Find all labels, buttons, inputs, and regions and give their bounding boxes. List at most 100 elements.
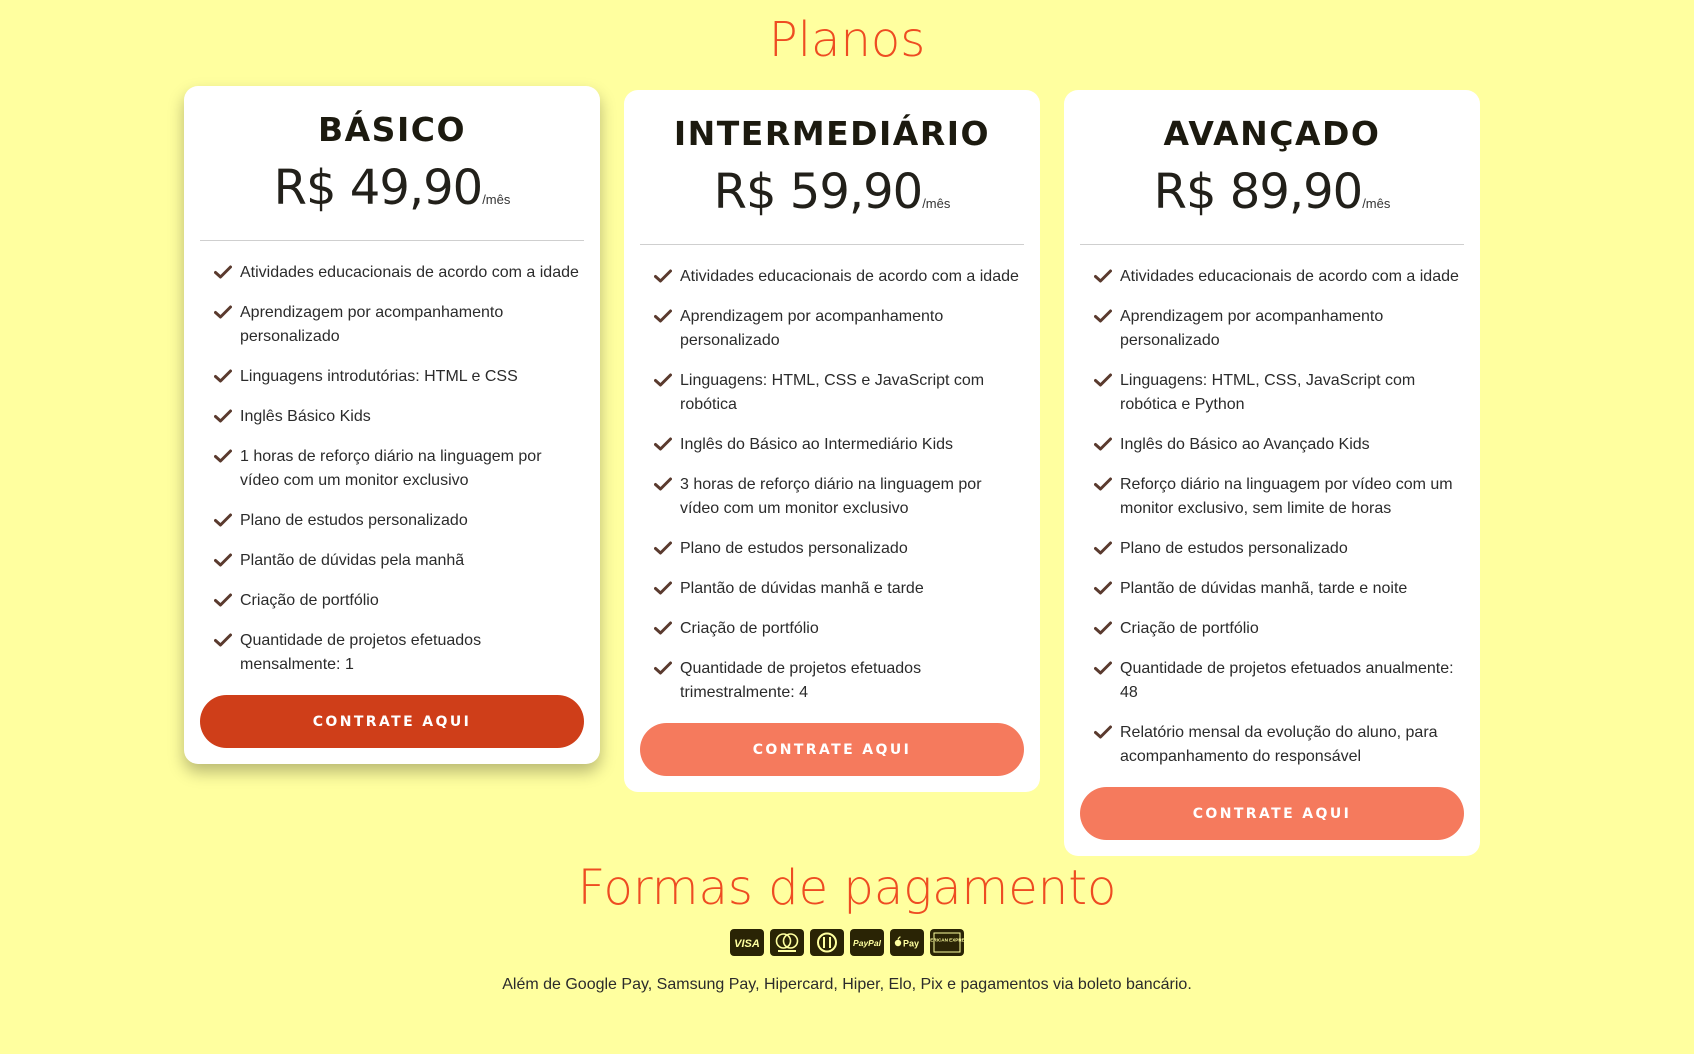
check-icon: [654, 373, 672, 387]
check-icon: [1094, 725, 1112, 739]
feature-item: 1 horas de reforço diário na linguagem p…: [214, 445, 584, 493]
feature-item: Plano de estudos personalizado: [654, 537, 1024, 561]
plan-price: R$ 89,90/mês: [1080, 164, 1464, 222]
check-icon: [1094, 437, 1112, 451]
feature-text: Criação de portfólio: [680, 620, 819, 637]
check-icon: [654, 477, 672, 491]
feature-text: Plano de estudos personalizado: [680, 540, 908, 557]
payment-note: Além de Google Pay, Samsung Pay, Hiperca…: [502, 976, 1192, 993]
check-icon: [654, 541, 672, 555]
feature-text: Atividades educacionais de acordo com a …: [1120, 268, 1459, 285]
check-icon: [654, 269, 672, 283]
feature-item: 3 horas de reforço diário na linguagem p…: [654, 473, 1024, 521]
feature-text: Linguagens: HTML, CSS, JavaScript com ro…: [1120, 372, 1416, 413]
feature-item: Plano de estudos personalizado: [1094, 537, 1464, 561]
feature-text: 1 horas de reforço diário na linguagem p…: [240, 448, 542, 489]
divider: [640, 244, 1024, 245]
price-period: /mês: [482, 192, 511, 207]
check-icon: [1094, 269, 1112, 283]
feature-text: Atividades educacionais de acordo com a …: [240, 264, 579, 281]
plan-card-intermediate: INTERMEDIÁRIO R$ 59,90/mês Atividades ed…: [624, 90, 1040, 792]
feature-text: Quantidade de projetos efetuados anualme…: [1120, 660, 1454, 701]
feature-text: Linguagens introdutórias: HTML e CSS: [240, 368, 518, 385]
plan-price: R$ 49,90/mês: [200, 160, 584, 218]
feature-item: Relatório mensal da evolução do aluno, p…: [1094, 721, 1464, 769]
feature-item: Inglês do Básico ao Intermediário Kids: [654, 433, 1024, 457]
feature-text: Criação de portfólio: [240, 592, 379, 609]
plans-title: Planos: [768, 12, 926, 68]
feature-item: Aprendizagem por acompanhamento personal…: [1094, 305, 1464, 353]
feature-item: Plantão de dúvidas manhã e tarde: [654, 577, 1024, 601]
check-icon: [214, 265, 232, 279]
check-icon: [1094, 661, 1112, 675]
price-value: R$ 89,90: [1153, 164, 1364, 220]
payment-label: AMERICAN EXPRESS: [930, 938, 964, 943]
contract-button-basic[interactable]: CONTRATE AQUI: [200, 695, 584, 748]
divider: [200, 240, 584, 241]
feature-item: Criação de portfólio: [654, 617, 1024, 641]
check-icon: [214, 633, 232, 647]
feature-item: Atividades educacionais de acordo com a …: [654, 265, 1024, 289]
check-icon: [1094, 309, 1112, 323]
check-icon: [214, 409, 232, 423]
feature-text: Inglês Básico Kids: [240, 408, 371, 425]
feature-text: Atividades educacionais de acordo com a …: [680, 268, 1019, 285]
feature-text: Inglês do Básico ao Avançado Kids: [1120, 436, 1370, 453]
feature-text: Linguagens: HTML, CSS e JavaScript com r…: [680, 372, 985, 413]
check-icon: [654, 621, 672, 635]
feature-item: Reforço diário na linguagem por vídeo co…: [1094, 473, 1464, 521]
plan-price: R$ 59,90/mês: [640, 164, 1024, 222]
feature-item: Atividades educacionais de acordo com a …: [214, 261, 584, 285]
feature-item: Plano de estudos personalizado: [214, 509, 584, 533]
price-period: /mês: [1362, 196, 1391, 211]
feature-item: Plantão de dúvidas pela manhã: [214, 549, 584, 573]
feature-text: Plantão de dúvidas manhã, tarde e noite: [1120, 580, 1408, 597]
apple-pay-icon: Pay: [890, 929, 924, 956]
feature-item: Linguagens: HTML, CSS, JavaScript com ro…: [1094, 369, 1464, 417]
feature-item: Atividades educacionais de acordo com a …: [1094, 265, 1464, 289]
check-icon: [1094, 477, 1112, 491]
check-icon: [214, 593, 232, 607]
payment-icons: VISA PayPal Pay AMERICAN EXPRESS: [0, 929, 1694, 959]
feature-text: Plantão de dúvidas manhã e tarde: [680, 580, 924, 597]
feature-item: Plantão de dúvidas manhã, tarde e noite: [1094, 577, 1464, 601]
check-icon: [214, 449, 232, 463]
check-icon: [214, 369, 232, 383]
feature-item: Linguagens introdutórias: HTML e CSS: [214, 365, 584, 389]
check-icon: [214, 513, 232, 527]
feature-item: Inglês Básico Kids: [214, 405, 584, 429]
feature-text: Aprendizagem por acompanhamento personal…: [1120, 308, 1384, 349]
feature-text: Quantidade de projetos efetuados mensalm…: [240, 632, 482, 673]
mastercard-icon: [770, 929, 804, 956]
check-icon: [654, 661, 672, 675]
check-icon: [214, 305, 232, 319]
payment-title: Formas de pagamento: [577, 860, 1117, 916]
price-value: R$ 59,90: [713, 164, 924, 220]
contract-button-advanced[interactable]: CONTRATE AQUI: [1080, 787, 1464, 840]
contract-button-intermediate[interactable]: CONTRATE AQUI: [640, 723, 1024, 776]
feature-text: Aprendizagem por acompanhamento personal…: [680, 308, 944, 349]
feature-list: Atividades educacionais de acordo com a …: [200, 261, 584, 677]
feature-text: Quantidade de projetos efetuados trimest…: [680, 660, 922, 701]
feature-item: Criação de portfólio: [214, 589, 584, 613]
feature-text: Aprendizagem por acompanhamento personal…: [240, 304, 504, 345]
paypal-icon: PayPal: [850, 929, 884, 956]
feature-text: Reforço diário na linguagem por vídeo co…: [1120, 476, 1453, 517]
feature-list: Atividades educacionais de acordo com a …: [640, 265, 1024, 705]
feature-item: Criação de portfólio: [1094, 617, 1464, 641]
check-icon: [1094, 373, 1112, 387]
feature-list: Atividades educacionais de acordo com a …: [1080, 265, 1464, 769]
plan-name: BÁSICO: [317, 110, 466, 149]
diners-club-icon: [810, 929, 844, 956]
check-icon: [654, 437, 672, 451]
feature-item: Quantidade de projetos efetuados anualme…: [1094, 657, 1464, 705]
feature-text: 3 horas de reforço diário na linguagem p…: [680, 476, 982, 517]
price-period: /mês: [922, 196, 951, 211]
feature-text: Inglês do Básico ao Intermediário Kids: [680, 436, 954, 453]
divider: [1080, 244, 1464, 245]
feature-item: Quantidade de projetos efetuados mensalm…: [214, 629, 584, 677]
feature-text: Criação de portfólio: [1120, 620, 1259, 637]
feature-text: Relatório mensal da evolução do aluno, p…: [1120, 724, 1438, 765]
feature-item: Aprendizagem por acompanhamento personal…: [654, 305, 1024, 353]
check-icon: [214, 553, 232, 567]
